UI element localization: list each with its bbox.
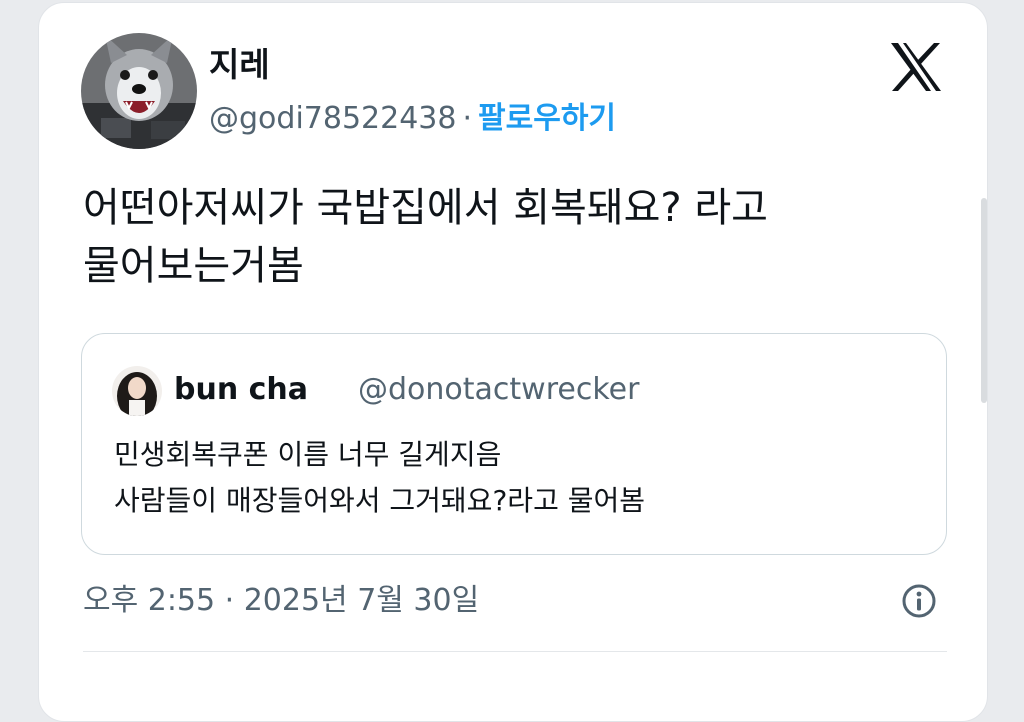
quoted-handle: @donotactwrecker bbox=[358, 372, 640, 407]
author-avatar[interactable] bbox=[81, 33, 197, 149]
quoted-tweet[interactable]: bun cha @donotactwrecker 민생회복쿠폰 이름 너무 길게… bbox=[81, 333, 947, 555]
quoted-display-name: bun cha bbox=[174, 372, 309, 407]
author-handle[interactable]: @godi78522438 bbox=[209, 101, 456, 136]
follow-button[interactable]: 팔로우하기 bbox=[478, 101, 616, 136]
handle-separator: · bbox=[462, 101, 473, 136]
tweet-text-line: 어떤아저씨가 국밥집에서 회복돼요? 라고 bbox=[83, 185, 768, 231]
person-avatar-image bbox=[112, 366, 162, 416]
x-logo-icon[interactable] bbox=[889, 41, 943, 93]
quoted-text-line: 민생회복쿠폰 이름 너무 길게지음 bbox=[114, 438, 502, 471]
quoted-text-line: 사람들이 매장들어와서 그거돼요?라고 물어봄 bbox=[114, 484, 646, 517]
quoted-author-avatar bbox=[112, 366, 162, 416]
author-handle-row: @godi78522438 · 팔로우하기 bbox=[209, 99, 616, 139]
tweet-timestamp[interactable]: 오후 2:55 · 2025년 7월 30일 bbox=[83, 581, 479, 621]
info-icon[interactable] bbox=[901, 583, 937, 619]
tweet-card: 지레 @godi78522438 · 팔로우하기 어떤아저씨가 국밥집에서 회복돼요… bbox=[38, 2, 988, 722]
tweet-text-line: 물어보는거봄 bbox=[83, 243, 304, 289]
quoted-text: 민생회복쿠폰 이름 너무 길게지음 사람들이 매장들어와서 그거돼요?라고 물어… bbox=[114, 432, 645, 524]
dog-avatar-image bbox=[81, 33, 197, 149]
scrollbar[interactable] bbox=[981, 198, 987, 403]
divider bbox=[83, 651, 947, 652]
tweet-text: 어떤아저씨가 국밥집에서 회복돼요? 라고 물어보는거봄 bbox=[83, 179, 943, 295]
author-display-name[interactable]: 지레 bbox=[209, 45, 270, 85]
